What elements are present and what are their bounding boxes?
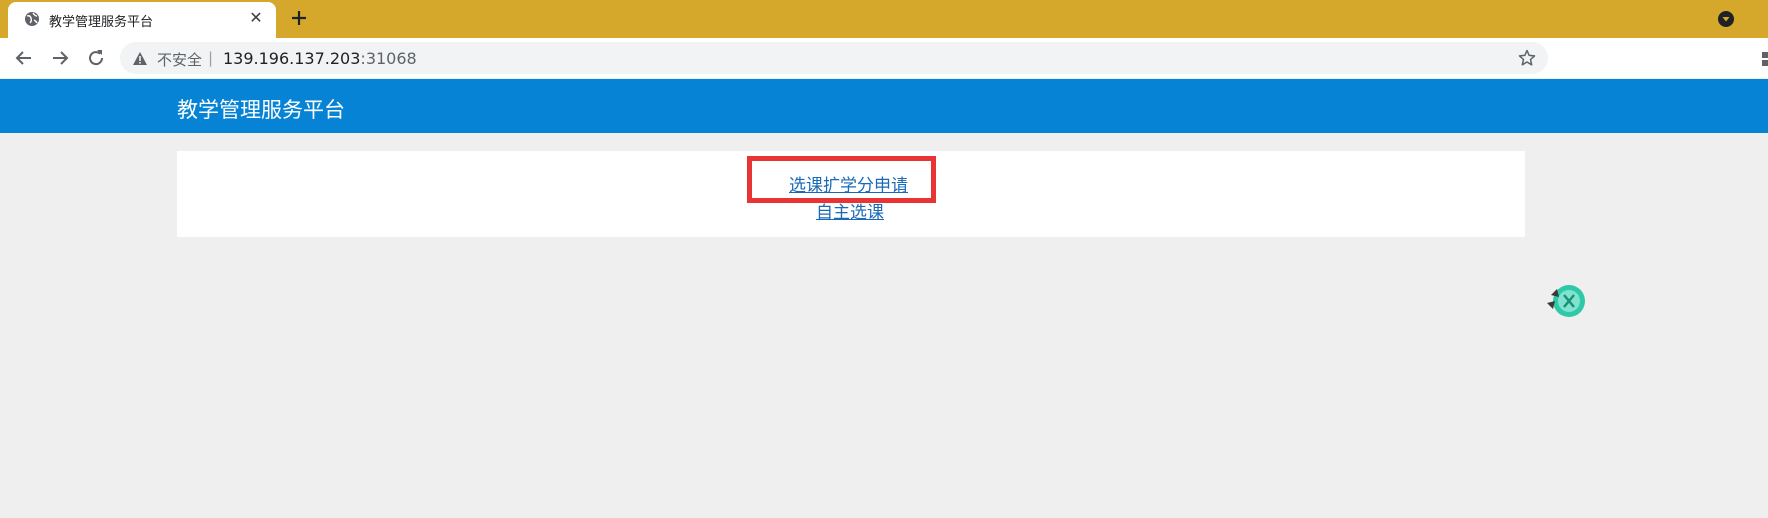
address-bar[interactable]: 不安全 | 139.196.137.203:31068 [120, 42, 1548, 74]
browser-tab-strip: 教学管理服务平台 ✕ [0, 0, 1768, 38]
new-tab-icon[interactable] [288, 7, 310, 29]
url-host: 139.196.137.203 [223, 49, 361, 68]
assistant-float-icon[interactable] [1545, 281, 1585, 321]
highlight-box [747, 156, 936, 203]
address-separator: | [208, 49, 214, 67]
reload-icon[interactable] [84, 46, 108, 70]
site-header: 教学管理服务平台 [0, 79, 1768, 133]
browser-toolbar: 不安全 | 139.196.137.203:31068 [0, 38, 1768, 78]
warning-icon[interactable] [132, 51, 148, 66]
browser-tab[interactable]: 教学管理服务平台 ✕ [8, 2, 276, 38]
site-title: 教学管理服务平台 [177, 98, 345, 122]
back-icon[interactable] [12, 46, 36, 70]
tab-title: 教学管理服务平台 [49, 15, 154, 30]
content-panel: 选课扩学分申请 自主选课 [177, 151, 1525, 237]
extension-icon[interactable] [1760, 50, 1768, 68]
tab-search-icon[interactable] [1716, 9, 1736, 29]
tab-close-icon[interactable]: ✕ [246, 8, 266, 28]
url-port: :31068 [360, 49, 417, 68]
url-text[interactable]: 139.196.137.203:31068 [223, 49, 417, 68]
not-secure-label: 不安全 [157, 51, 203, 69]
forward-icon[interactable] [48, 46, 72, 70]
bookmark-star-icon[interactable] [1518, 49, 1536, 67]
globe-icon [25, 12, 39, 26]
